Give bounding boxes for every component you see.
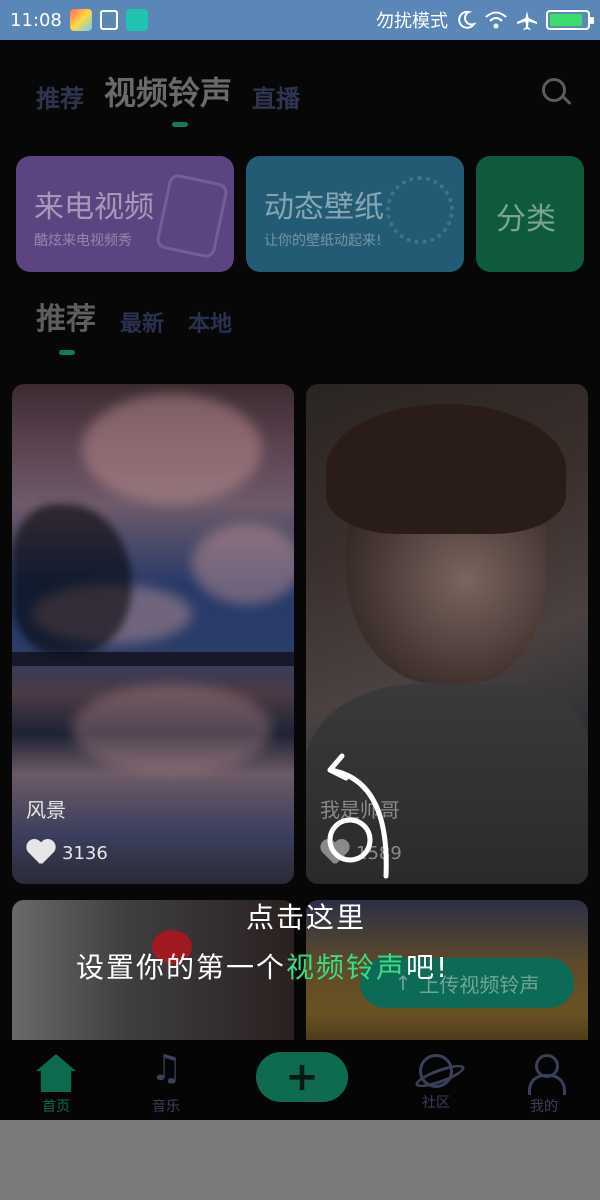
tab-live[interactable]: 直播 <box>252 79 300 114</box>
nav-label: 首页 <box>42 1099 70 1115</box>
active-tab-indicator <box>172 122 188 127</box>
category-title: 分类 <box>496 202 556 237</box>
upload-video-ringtone-button[interactable]: ↑ 上传视频铃声 <box>360 958 574 1008</box>
planet-icon <box>419 1054 453 1088</box>
horizon-line <box>12 652 294 666</box>
search-icon-handle <box>562 95 572 106</box>
status-time: 11:08 <box>10 9 62 31</box>
cloud-shape <box>192 524 294 604</box>
portrait-hair <box>326 404 566 534</box>
wifi-icon <box>485 11 507 29</box>
heart-icon[interactable] <box>26 840 54 866</box>
subtab-latest[interactable]: 最新 <box>120 306 164 338</box>
sub-tab-bar: 推荐 最新 本地 <box>36 294 232 338</box>
cloud-shape <box>82 394 262 504</box>
moon-icon <box>458 10 476 29</box>
nav-label: 社区 <box>422 1095 450 1111</box>
nav-music[interactable]: 音乐 <box>126 1048 206 1116</box>
category-row: 来电视频 酷炫来电视频秀 动态壁纸 让你的壁纸动起来! 分类 <box>16 156 600 274</box>
battery-icon <box>546 10 594 30</box>
user-icon <box>524 1054 566 1095</box>
card-title: 我是帅哥 <box>320 798 400 822</box>
wallpaper-icon <box>386 176 454 244</box>
battery-level <box>550 14 583 26</box>
video-card-3[interactable] <box>12 900 294 1060</box>
system-nav-area <box>0 1120 600 1200</box>
category-live-wallpaper[interactable]: 动态壁纸 让你的壁纸动起来! <box>246 156 464 272</box>
flower-shape <box>152 930 192 964</box>
add-button[interactable]: + <box>256 1052 348 1102</box>
tab-video-ringtone[interactable]: 视频铃声 <box>104 68 232 114</box>
airplane-icon <box>517 11 537 30</box>
nav-label: 我的 <box>530 1099 558 1115</box>
tab-recommend[interactable]: 推荐 <box>36 79 84 114</box>
heart-icon[interactable] <box>320 840 348 866</box>
reflection-shape <box>72 684 272 774</box>
plus-icon: + <box>285 1054 319 1100</box>
upload-icon: ↑ <box>394 971 412 995</box>
status-bar-right: 勿扰模式 <box>376 7 594 33</box>
tree-silhouette <box>12 504 132 654</box>
like-count: 1589 <box>356 842 402 864</box>
music-icon <box>146 1048 186 1092</box>
nav-label: 音乐 <box>152 1099 180 1115</box>
video-card-handsome[interactable]: 我是帅哥 1589 <box>306 384 588 884</box>
cleaner-icon <box>99 10 118 30</box>
do-not-disturb-text: 勿扰模式 <box>376 11 448 32</box>
app-notification-icon <box>69 9 92 31</box>
nav-mine[interactable]: 我的 <box>504 1054 584 1116</box>
usb-icon <box>125 9 148 31</box>
home-icon <box>36 1054 76 1092</box>
nav-home[interactable]: 首页 <box>16 1054 96 1116</box>
category-incoming-call-video[interactable]: 来电视频 酷炫来电视频秀 <box>16 156 234 272</box>
bottom-nav: 首页 音乐 + 社区 我的 <box>0 1040 600 1120</box>
upload-label: 上传视频铃声 <box>419 972 540 997</box>
category-classify[interactable]: 分类 <box>476 156 584 272</box>
like-count: 3136 <box>62 842 108 864</box>
card-likes: 1589 <box>320 840 402 866</box>
app-screen: 推荐 视频铃声 直播 来电视频 酷炫来电视频秀 动态壁纸 让你的壁纸动起来! 分… <box>0 40 600 1120</box>
subtab-local[interactable]: 本地 <box>188 306 232 338</box>
card-title: 风景 <box>26 798 66 822</box>
nav-community[interactable]: 社区 <box>396 1054 476 1112</box>
video-card-scenery[interactable]: 风景 3136 <box>12 384 294 884</box>
status-bar: 11:08 勿扰模式 <box>0 0 600 40</box>
status-bar-left: 11:08 <box>10 9 148 31</box>
card-likes: 3136 <box>26 840 108 866</box>
top-tab-bar: 推荐 视频铃声 直播 <box>36 68 300 114</box>
subtab-recommend[interactable]: 推荐 <box>36 294 96 338</box>
active-subtab-indicator <box>59 350 75 355</box>
search-button[interactable] <box>540 76 572 108</box>
